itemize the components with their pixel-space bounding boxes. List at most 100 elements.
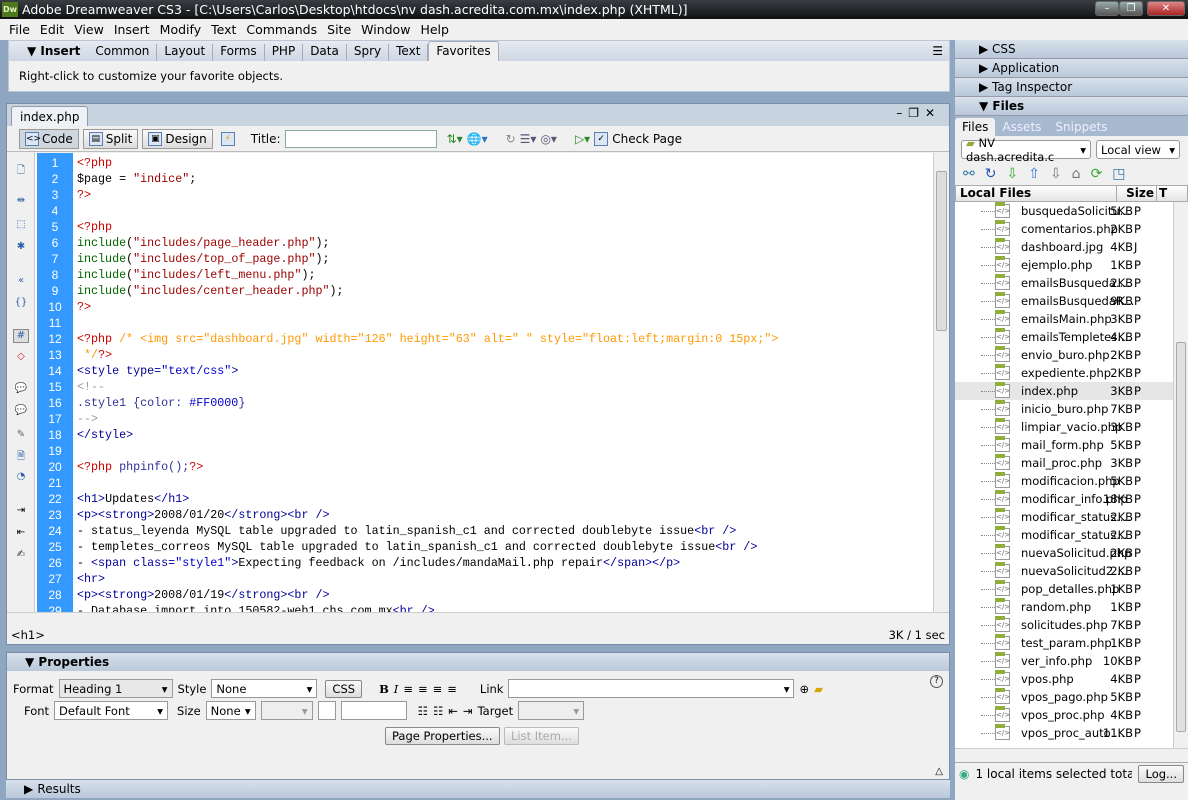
maximize-button[interactable]: ❐	[1119, 1, 1143, 16]
outdent-button[interactable]: ⇤	[448, 704, 458, 718]
file-row[interactable]: </> vpos_pago.php 5KB P	[955, 688, 1188, 706]
menu-file[interactable]: File	[4, 22, 35, 37]
insert-bar-toggle[interactable]: ▼ Insert	[9, 44, 88, 61]
file-row[interactable]: </> modificar_status.... 2KB P	[955, 508, 1188, 526]
check-in-icon[interactable]: ⌂	[1072, 166, 1081, 182]
file-row[interactable]: </> busquedaSolicitu... 5KB P	[955, 202, 1188, 220]
get-files-icon[interactable]: ⇩	[1006, 166, 1018, 182]
tab-assets[interactable]: Assets	[995, 118, 1048, 136]
ordered-list-button[interactable]: ☷	[433, 704, 443, 718]
collapse-tag-icon[interactable]: ⇹	[13, 195, 29, 209]
view-options-icon[interactable]: ☰▾	[520, 132, 537, 146]
check-page-icon[interactable]: ✓	[594, 131, 609, 146]
text-color-picker[interactable]	[317, 701, 336, 720]
tab-text[interactable]: Text	[389, 44, 429, 61]
menu-commands[interactable]: Commands	[241, 22, 322, 37]
file-row[interactable]: </> solicitudes.php 7KB P	[955, 616, 1188, 634]
css-panel-header[interactable]: ▶ CSS	[955, 40, 1188, 59]
properties-header[interactable]: ▼ Properties	[7, 653, 949, 671]
tab-data[interactable]: Data	[303, 44, 347, 61]
tab-snippets[interactable]: Snippets	[1048, 118, 1114, 136]
synchronize-icon[interactable]: ⟳	[1091, 166, 1103, 182]
bold-button[interactable]: B	[379, 682, 389, 696]
file-management-icon[interactable]: ⇅▾	[447, 132, 463, 146]
expand-panel-icon[interactable]: ◳	[1112, 166, 1125, 182]
file-row[interactable]: </> mail_form.php 5KB P	[955, 436, 1188, 454]
doc-window-controls[interactable]: –❐✕	[896, 106, 941, 120]
col-local-files[interactable]: Local Files	[956, 186, 1117, 201]
application-panel-header[interactable]: ▶ Application	[955, 59, 1188, 78]
close-button[interactable]: ✕	[1147, 1, 1185, 16]
files-hscrollbar[interactable]	[955, 748, 1188, 762]
file-row[interactable]: </> emailsBusquedaR... 9KB P	[955, 292, 1188, 310]
tab-spry[interactable]: Spry	[347, 44, 390, 61]
file-row[interactable]: </> comentarios.php 2KB P	[955, 220, 1188, 238]
tab-files[interactable]: Files	[955, 118, 996, 136]
view-select[interactable]: Local view ▾	[1096, 140, 1180, 159]
scroll-thumb[interactable]	[936, 171, 947, 331]
preview-browser-icon[interactable]: 🌐▾	[467, 132, 488, 146]
file-row[interactable]: </> emailsBusqueda.... 2KB P	[955, 274, 1188, 292]
file-row[interactable]: </> limpiar_vacio.php 3KB P	[955, 418, 1188, 436]
file-row[interactable]: </> modificar_info.php 18KB P	[955, 490, 1188, 508]
horizontal-scrollbar[interactable]	[7, 612, 949, 626]
menu-modify[interactable]: Modify	[155, 22, 206, 37]
file-row[interactable]: </> mail_proc.php 3KB P	[955, 454, 1188, 472]
file-row[interactable]: </> vpos_proc.php 4KB P	[955, 706, 1188, 724]
tab-common[interactable]: Common	[88, 44, 158, 61]
menu-text[interactable]: Text	[206, 22, 241, 37]
document-tab[interactable]: index.php	[11, 106, 89, 126]
file-row[interactable]: </> test_param.php 1KB P	[955, 634, 1188, 652]
move-css-icon[interactable]: ◔	[13, 471, 29, 485]
menu-window[interactable]: Window	[356, 22, 415, 37]
visual-aids-icon[interactable]: ◎▾	[540, 132, 557, 146]
refresh-icon[interactable]: ↻	[506, 132, 516, 146]
menu-view[interactable]: View	[69, 22, 109, 37]
size-select[interactable]: None ▾	[205, 701, 256, 720]
file-row[interactable]: </> vpos.php 4KB P	[955, 670, 1188, 688]
file-row[interactable]: </> pop_detalles.php 1KB P	[955, 580, 1188, 598]
file-row[interactable]: </> emailsTempletes.... 4KB P	[955, 328, 1188, 346]
tab-php[interactable]: PHP	[265, 44, 304, 61]
col-type[interactable]: T	[1157, 186, 1187, 201]
file-row[interactable]: </> index.php 3KB P	[955, 382, 1188, 400]
tab-forms[interactable]: Forms	[213, 44, 265, 61]
menu-help[interactable]: Help	[415, 22, 454, 37]
col-size[interactable]: Size	[1117, 186, 1157, 201]
recent-snippets-icon[interactable]: 🗎	[13, 449, 29, 463]
file-row[interactable]: </> inicio_buro.php 7KB P	[955, 400, 1188, 418]
collapse-selection-icon[interactable]: ⬚	[13, 219, 29, 233]
menu-site[interactable]: Site	[322, 22, 356, 37]
check-out-icon[interactable]: ⇩	[1050, 166, 1062, 182]
expand-properties-icon[interactable]: △	[935, 766, 943, 777]
style-select[interactable]: None ▾	[211, 679, 318, 698]
vertical-scrollbar[interactable]	[933, 153, 949, 612]
text-color-input[interactable]	[340, 701, 407, 720]
align-right-button[interactable]: ≡	[433, 682, 443, 696]
file-row[interactable]: </> nuevaSolicitud.php 2KB P	[955, 544, 1188, 562]
line-numbers-icon[interactable]: #	[13, 329, 29, 343]
tab-favorites[interactable]: Favorites	[428, 41, 499, 61]
file-row[interactable]: </> nuevaSolicitud2.... 2KB P	[955, 562, 1188, 580]
file-row[interactable]: </> ver_info.php 10KB P	[955, 652, 1188, 670]
file-row[interactable]: </> ejemplo.php 1KB P	[955, 256, 1188, 274]
justify-button[interactable]: ≡	[447, 682, 457, 696]
file-row[interactable]: </> emailsMain.php 3KB P	[955, 310, 1188, 328]
site-select[interactable]: ▰ NV dash.acredita.c ▾	[961, 136, 1091, 164]
link-input[interactable]: ▾	[508, 679, 795, 698]
files-vscrollbar[interactable]	[1173, 202, 1188, 748]
italic-button[interactable]: I	[394, 682, 399, 696]
outdent-icon[interactable]: ⇤	[13, 527, 29, 541]
code-view-button[interactable]: <> Code	[19, 128, 79, 149]
format-source-icon[interactable]: ✍	[13, 549, 29, 563]
refresh-files-icon[interactable]: ↻	[985, 166, 997, 182]
align-center-button[interactable]: ≡	[418, 682, 428, 696]
select-parent-tag-icon[interactable]: «	[13, 275, 29, 289]
indent-button[interactable]: ⇥	[463, 704, 473, 718]
live-data-icon[interactable]: ⚡	[220, 131, 235, 146]
page-properties-button[interactable]: Page Properties...	[385, 727, 500, 745]
put-files-icon[interactable]: ⇧	[1028, 166, 1040, 182]
highlight-invalid-icon[interactable]: ◇	[13, 351, 29, 365]
tag-selector[interactable]: <h1>	[11, 626, 45, 644]
design-view-button[interactable]: ▣ Design	[142, 128, 213, 149]
